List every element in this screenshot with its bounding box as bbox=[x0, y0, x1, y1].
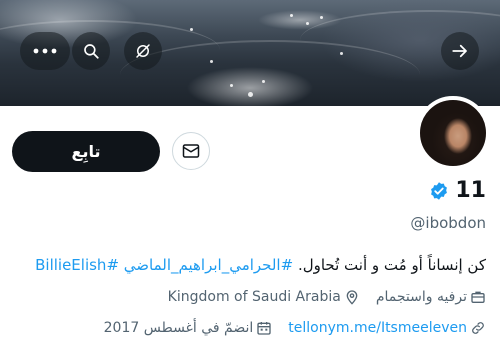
profile-bio: كن إنساناً أو مُت و أنت تُحاول. #الحرامي… bbox=[35, 256, 486, 274]
calendar-icon bbox=[256, 320, 272, 336]
more-button[interactable] bbox=[20, 32, 70, 70]
bio-text: كن إنساناً أو مُت و أنت تُحاول. bbox=[297, 256, 486, 274]
back-arrow-icon bbox=[451, 42, 469, 60]
category-text: ترفيه واستجمام bbox=[375, 289, 467, 305]
message-button[interactable] bbox=[172, 132, 210, 170]
link-icon bbox=[470, 320, 486, 336]
profile-joined: انضمّ في أغسطس 2017 bbox=[104, 320, 273, 336]
avatar[interactable] bbox=[416, 96, 490, 170]
follow-button[interactable]: تابِع bbox=[12, 131, 160, 172]
search-icon bbox=[82, 42, 100, 60]
profile-meta-row-1: ترفيه واستجمام Kingdom of Saudi Arabia bbox=[168, 289, 486, 305]
location-text: Kingdom of Saudi Arabia bbox=[167, 289, 341, 305]
follow-label: تابِع bbox=[71, 142, 101, 161]
profile-meta-row-2: tellonym.me/Itsmeeleven انضمّ في أغسطس 2… bbox=[104, 320, 486, 336]
profile-website[interactable]: tellonym.me/Itsmeeleven bbox=[288, 320, 486, 336]
notifications-off-icon bbox=[134, 42, 152, 60]
profile-location: Kingdom of Saudi Arabia bbox=[168, 289, 360, 305]
briefcase-icon bbox=[470, 289, 486, 305]
bio-hashtags[interactable]: #الحرامي_ابراهيم_الماضي #BillieElish bbox=[35, 256, 293, 274]
verified-badge-icon bbox=[429, 181, 449, 201]
back-button[interactable] bbox=[441, 32, 479, 70]
profile-category: ترفيه واستجمام bbox=[376, 289, 486, 305]
user-handle: @ibobdon bbox=[410, 214, 486, 232]
name-row: 11 bbox=[429, 178, 486, 203]
display-name: 11 bbox=[455, 178, 486, 203]
joined-text: انضمّ في أغسطس 2017 bbox=[103, 320, 254, 336]
message-icon bbox=[182, 143, 200, 159]
website-link[interactable]: tellonym.me/Itsmeeleven bbox=[288, 320, 467, 336]
more-icon bbox=[32, 47, 58, 55]
notifications-off-button[interactable] bbox=[124, 32, 162, 70]
location-pin-icon bbox=[344, 289, 360, 305]
search-button[interactable] bbox=[72, 32, 110, 70]
